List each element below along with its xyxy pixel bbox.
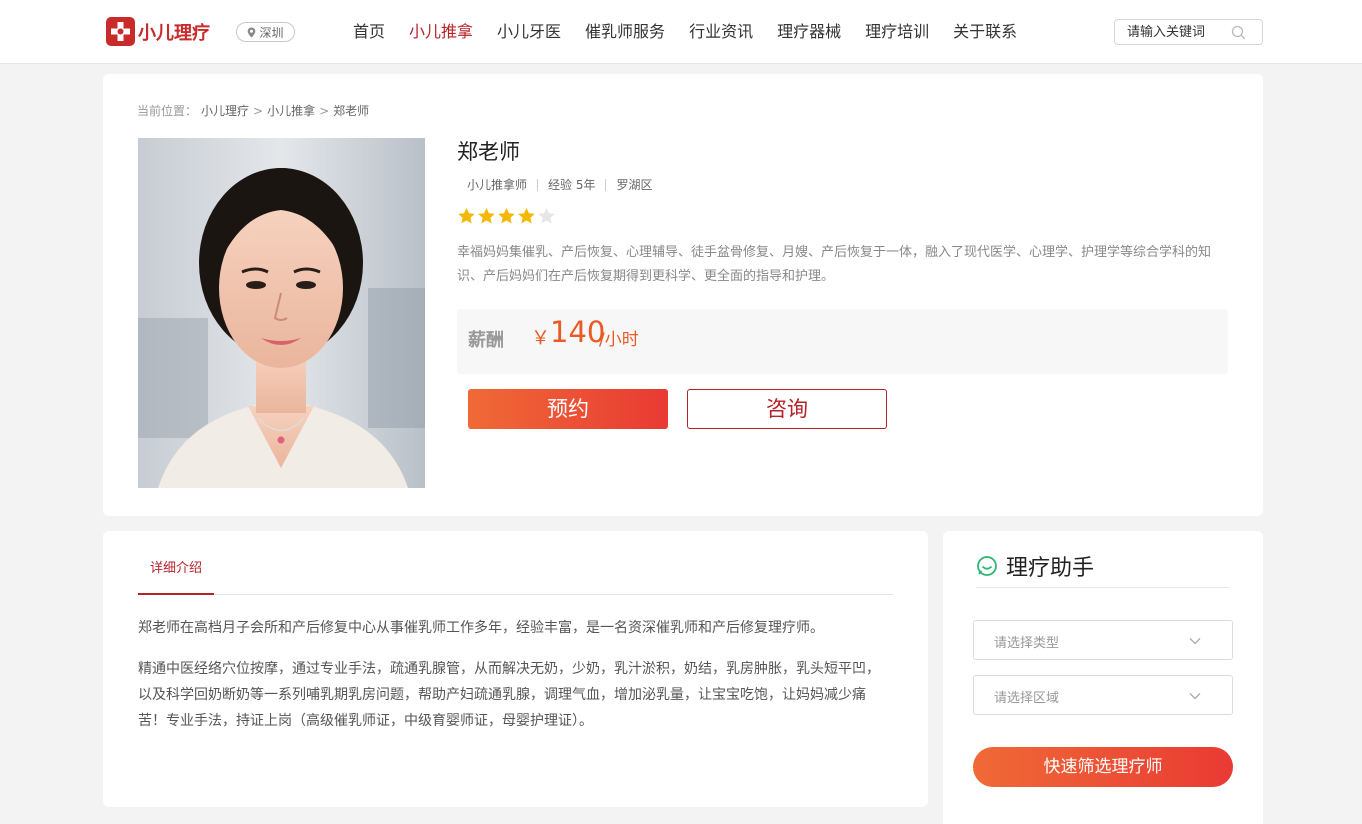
assistant-title: 理疗助手 (1006, 556, 1095, 581)
nav-item-therapy-equipment[interactable]: 理疗器械 (765, 18, 853, 46)
breadcrumb-separator: > (253, 103, 264, 118)
nav-item-home[interactable]: 首页 (341, 18, 397, 46)
rating-stars (457, 207, 556, 225)
therapist-profile-card: 当前位置： 小儿理疗 > 小儿推拿 > 郑老师 郑老师 小儿推拿师 经验 5年 … (103, 74, 1263, 516)
detail-tab-bar: 详细介绍 (138, 546, 893, 595)
search-input[interactable] (1127, 23, 1231, 41)
type-select-placeholder: 请选择类型 (994, 636, 1060, 651)
search-icon[interactable] (1231, 25, 1246, 40)
detail-content: 郑老师在高档月子会所和产后修复中心从事催乳师工作多年，经验丰富，是一名资深催乳师… (138, 615, 893, 749)
nav-item-about-contact[interactable]: 关于联系 (941, 18, 1029, 46)
detail-card: 详细介绍 郑老师在高档月子会所和产后修复中心从事催乳师工作多年，经验丰富，是一名… (103, 531, 928, 807)
price-amount: 140 (550, 315, 606, 349)
logo-text: 小儿理疗 (138, 22, 210, 44)
chat-bubble-icon (977, 556, 997, 576)
tag-role: 小儿推拿师 (467, 178, 528, 192)
breadcrumb-item-current: 郑老师 (333, 104, 370, 118)
star-icon (538, 207, 555, 224)
star-icon (518, 207, 535, 224)
consult-button[interactable]: 咨询 (687, 389, 887, 429)
nav-item-pediatric-dentist[interactable]: 小儿牙医 (485, 18, 573, 46)
nav-item-lactation-service[interactable]: 催乳师服务 (573, 18, 677, 46)
tab-detail-intro[interactable]: 详细介绍 (138, 546, 215, 595)
star-icon (498, 207, 515, 224)
location-pin-icon (248, 27, 256, 37)
site-header: 小儿理疗 深圳 首页 小儿推拿 小儿牙医 催乳师服务 行业资讯 理疗器械 理疗培… (0, 0, 1362, 64)
nav-item-pediatric-massage[interactable]: 小儿推拿 (397, 18, 485, 46)
book-button[interactable]: 预约 (468, 389, 668, 429)
chevron-down-icon (1189, 638, 1201, 645)
chevron-down-icon (1189, 693, 1201, 700)
nav-item-therapy-training[interactable]: 理疗培训 (853, 18, 941, 46)
price-currency: ￥ (531, 327, 551, 349)
detail-paragraph: 郑老师在高档月子会所和产后修复中心从事催乳师工作多年，经验丰富，是一名资深催乳师… (138, 620, 824, 636)
breadcrumb-item-home[interactable]: 小儿理疗 (201, 102, 249, 119)
therapist-description: 幸福妈妈集催乳、产后恢复、心理辅导、徒手盆骨修复、月嫂、产后恢复于一体，融入了现… (457, 245, 1212, 284)
star-icon (458, 207, 475, 224)
type-select[interactable]: 请选择类型 (973, 620, 1233, 660)
quick-filter-button[interactable]: 快速筛选理疗师 (973, 747, 1233, 787)
price-unit: /小时 (599, 330, 639, 350)
therapist-photo (138, 138, 425, 488)
site-logo[interactable]: 小儿理疗 (106, 16, 210, 47)
detail-paragraph: 精通中医经络穴位按摩，通过专业手法，疏通乳腺管，从而解决无奶，少奶，乳汁淤积，奶… (138, 661, 880, 729)
city-label: 深圳 (259, 25, 284, 40)
therapist-tags: 小儿推拿师 经验 5年 罗湖区 (457, 176, 662, 193)
area-select[interactable]: 请选择区域 (973, 675, 1233, 715)
nav-item-industry-news[interactable]: 行业资讯 (677, 18, 765, 46)
price-label: 薪酬 (468, 330, 504, 351)
tag-district: 罗湖区 (616, 178, 653, 192)
breadcrumb-item-category[interactable]: 小儿推拿 (267, 102, 315, 119)
main-nav: 首页 小儿推拿 小儿牙医 催乳师服务 行业资讯 理疗器械 理疗培训 关于联系 (341, 18, 1029, 46)
city-selector[interactable]: 深圳 (236, 22, 295, 42)
assistant-header: 理疗助手 (976, 545, 1230, 588)
breadcrumb-prefix: 当前位置： (137, 104, 198, 118)
logo-icon (106, 17, 135, 46)
therapist-name: 郑老师 (457, 140, 520, 164)
therapy-assistant-card: 理疗助手 请选择类型 请选择区域 快速筛选理疗师 (943, 531, 1263, 824)
area-select-placeholder: 请选择区域 (994, 691, 1060, 706)
star-icon (478, 207, 495, 224)
tag-experience: 经验 5年 (548, 178, 596, 192)
breadcrumb: 当前位置： 小儿理疗 > 小儿推拿 > 郑老师 (137, 102, 369, 119)
price-box: 薪酬 ￥ 140 /小时 (457, 309, 1228, 374)
breadcrumb-separator: > (319, 103, 330, 118)
search-box (1114, 19, 1263, 45)
